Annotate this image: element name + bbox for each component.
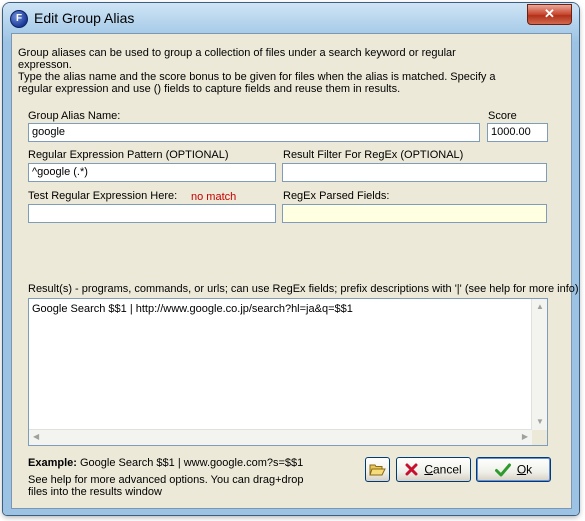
cancel-label: ancel: [432, 462, 462, 477]
scroll-corner: [532, 430, 547, 445]
ok-label: k: [526, 462, 533, 477]
results-textarea[interactable]: Google Search $$1 | http://www.google.co…: [28, 298, 548, 446]
results-label: Result(s) - programs, commands, or urls;…: [28, 283, 579, 295]
example-value: Google Search $$1 | www.google.com?s=$$1: [79, 457, 304, 469]
test-regex-input[interactable]: [28, 204, 276, 223]
alias-name-label: Group Alias Name:: [28, 110, 121, 122]
title-bar[interactable]: F Edit Group Alias ✕: [3, 3, 579, 33]
help-text: See help for more advanced options. You …: [28, 474, 328, 498]
parsed-fields-label: RegEx Parsed Fields:: [283, 190, 390, 202]
intro-line: regular expression and use () fields to …: [18, 83, 401, 95]
ok-button[interactable]: Ok: [476, 457, 551, 482]
checkmark-icon: [494, 463, 511, 477]
intro-line: Type the alias name and the score bonus …: [18, 71, 496, 83]
window-title: Edit Group Alias: [34, 10, 135, 26]
parsed-fields-display: [282, 204, 547, 223]
ok-accelerator: O: [516, 462, 527, 477]
score-input[interactable]: 1000.00: [487, 123, 548, 142]
alias-name-input[interactable]: google: [28, 123, 480, 142]
vertical-scrollbar[interactable]: ▲ ▼: [531, 299, 547, 430]
open-folder-button[interactable]: [365, 457, 390, 482]
folder-icon: [369, 464, 386, 476]
scroll-down-icon[interactable]: ▼: [536, 418, 544, 426]
regex-pattern-input[interactable]: ^google (.*): [28, 163, 276, 182]
scroll-up-icon[interactable]: ▲: [536, 303, 544, 311]
intro-text: Group aliases can be used to group a col…: [18, 47, 538, 95]
test-regex-label: Test Regular Expression Here:: [28, 190, 178, 202]
close-button[interactable]: ✕: [527, 4, 572, 25]
help-line: files into the results window: [28, 486, 162, 498]
app-icon: F: [10, 10, 28, 28]
result-filter-label: Result Filter For RegEx (OPTIONAL): [283, 149, 464, 161]
match-status-text: no match: [191, 191, 237, 203]
example-prefix: Example:: [28, 457, 77, 469]
horizontal-scrollbar[interactable]: ◀ ▶: [29, 429, 532, 445]
cancel-accelerator: C: [424, 462, 433, 477]
regex-pattern-label: Regular Expression Pattern (OPTIONAL): [28, 149, 229, 161]
score-label: Score: [488, 110, 517, 122]
scroll-left-icon[interactable]: ◀: [33, 433, 39, 441]
intro-line: expresson.: [18, 59, 72, 71]
cancel-x-icon: [405, 463, 418, 476]
cancel-button[interactable]: Cancel: [396, 457, 471, 482]
example-text: Example: Google Search $$1 | www.google.…: [28, 457, 303, 469]
results-text: Google Search $$1 | http://www.google.co…: [32, 303, 353, 315]
help-line: See help for more advanced options. You …: [28, 474, 304, 486]
intro-line: Group aliases can be used to group a col…: [18, 47, 456, 59]
scroll-right-icon[interactable]: ▶: [522, 433, 528, 441]
result-filter-input[interactable]: [282, 163, 547, 182]
